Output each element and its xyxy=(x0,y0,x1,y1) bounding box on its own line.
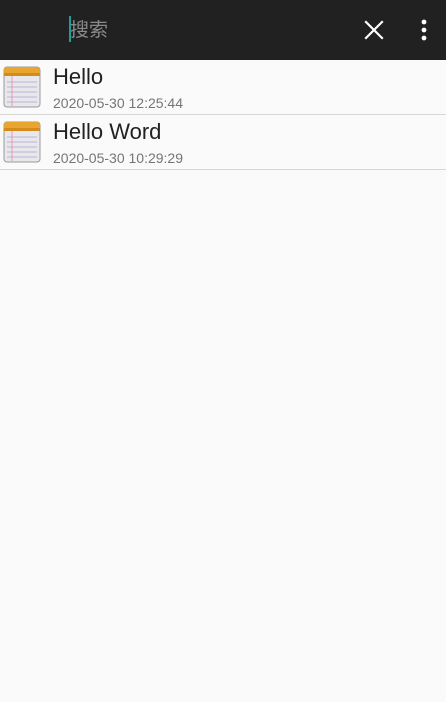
notes-list: Hello 2020-05-30 12:25:44 Hello Word 202… xyxy=(0,60,446,170)
note-title: Hello Word xyxy=(53,119,162,144)
clear-search-button[interactable] xyxy=(356,12,392,48)
note-list-item[interactable]: Hello 2020-05-30 12:25:44 xyxy=(0,60,446,115)
app-root: Hello 2020-05-30 12:25:44 Hello Word 202… xyxy=(0,0,446,702)
note-timestamp: 2020-05-30 10:29:29 xyxy=(53,150,183,166)
note-title: Hello xyxy=(53,64,104,89)
notepad-icon xyxy=(3,66,41,108)
more-vertical-icon xyxy=(421,19,427,41)
close-icon xyxy=(364,20,384,40)
search-toolbar xyxy=(0,0,446,60)
search-input[interactable] xyxy=(68,14,340,46)
notepad-icon xyxy=(3,121,41,163)
text-cursor xyxy=(69,16,71,42)
overflow-menu-button[interactable] xyxy=(408,12,440,48)
note-list-item[interactable]: Hello Word 2020-05-30 10:29:29 xyxy=(0,115,446,170)
note-timestamp: 2020-05-30 12:25:44 xyxy=(53,95,183,111)
